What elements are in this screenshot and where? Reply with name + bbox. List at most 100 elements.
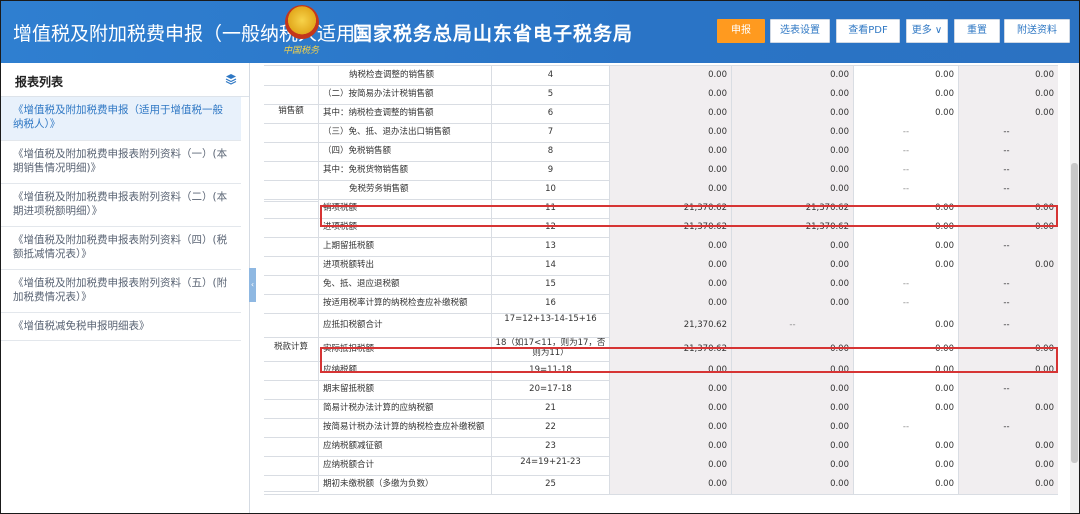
attach-button[interactable]: 附送资料 <box>1004 19 1070 43</box>
line-number: 4 <box>492 66 610 85</box>
value-cumulative-refund: -- <box>959 380 1058 399</box>
select-settings-button[interactable]: 选表设置 <box>770 19 830 43</box>
emblem-caption: 中国税务 <box>283 46 320 56</box>
value-current-refund[interactable]: -- <box>854 161 959 180</box>
value-current-refund[interactable]: -- <box>854 123 959 142</box>
value-cumulative-refund: -- <box>959 237 1058 256</box>
line-number: 22 <box>492 418 610 437</box>
row-label: （二）按简易办法计税销售额 <box>319 85 492 104</box>
return-grid: 纳税检查调整的销售额 4 0.00 0.00 0.00 （二）按简易办法计税销售额 5 0.0… <box>264 65 1058 495</box>
bureau-name: 国家税务总局山东省电子税务局 <box>353 23 634 45</box>
table-row: （四）免税销售额 8 0.00 0.00 -- <box>264 142 1058 162</box>
line-number: 8 <box>492 142 610 161</box>
value-cumulative-refund: 0.00 <box>959 399 1058 418</box>
scrollbar-thumb[interactable] <box>1071 163 1078 463</box>
line-number: 24=19+21-23 <box>492 456 610 475</box>
table-row: 免税劳务销售额 10 0.00 0.00 -- <box>264 180 1058 200</box>
line-number: 9 <box>492 161 610 180</box>
sidebar-item-attachment-5[interactable]: 《增值税及附加税费申报表附列资料（五）(附加税费情况表）》 <box>1 270 241 313</box>
value-current-refund[interactable]: 0.00 <box>854 104 959 123</box>
value-cumulative-refund: -- <box>959 275 1058 294</box>
value-cumulative-general: 0.00 <box>732 437 854 456</box>
table-row: 期初未缴税额（多缴为负数） 25 0.00 0.00 0.00 <box>264 475 1058 495</box>
value-current-refund[interactable]: 0.00 <box>854 66 959 85</box>
table-row: （三）免、抵、退办法出口销售额 7 0.00 0.00 -- <box>264 123 1058 143</box>
row-label: （三）免、抵、退办法出口销售额 <box>319 123 492 142</box>
sidebar-item-main-return[interactable]: 《增值税及附加税费申报（适用于增值税一般纳税人）》 <box>1 97 241 141</box>
row-label: 应纳税额合计 <box>319 456 492 475</box>
value-cumulative-general: 0.00 <box>732 104 854 123</box>
line-number: 17=12+13-14-15+16 <box>492 313 610 337</box>
table-row: 应抵扣税额合计 17=12+13-14-15+16 21,370.62 -- 0.00 <box>264 313 1058 338</box>
row-label: 免、抵、退应退税额 <box>319 275 492 294</box>
value-current-general: 0.00 <box>610 418 732 437</box>
sidebar-item-attachment-2[interactable]: 《增值税及附加税费申报表附列资料（二）(本期进项税额明细）》 <box>1 184 241 227</box>
value-current-general: 0.00 <box>610 275 732 294</box>
value-current-general: 0.00 <box>610 161 732 180</box>
row-label: （四）免税销售额 <box>319 142 492 161</box>
table-row: 应纳税额减征额 23 0.00 0.00 0.00 <box>264 437 1058 457</box>
table-row: 上期留抵税额 13 0.00 0.00 0.00 <box>264 237 1058 257</box>
line-number: 14 <box>492 256 610 275</box>
sidebar-item-attachment-1[interactable]: 《增值税及附加税费申报表附列资料（一）(本期销售情况明细)》 <box>1 141 241 184</box>
value-current-refund[interactable]: 0.00 <box>854 85 959 104</box>
table-row: 纳税检查调整的销售额 4 0.00 0.00 0.00 <box>264 66 1058 86</box>
view-pdf-button[interactable]: 查看PDF <box>836 19 900 43</box>
value-current-general: 0.00 <box>610 475 732 494</box>
value-cumulative-refund: -- <box>959 161 1058 180</box>
value-current-refund[interactable]: 0.00 <box>854 313 959 337</box>
value-current-refund[interactable]: -- <box>854 275 959 294</box>
value-current-general: 0.00 <box>610 85 732 104</box>
line-number: 21 <box>492 399 610 418</box>
value-current-refund[interactable]: 0.00 <box>854 256 959 275</box>
table-row: （二）按简易办法计税销售额 5 0.00 0.00 0.00 <box>264 85 1058 105</box>
value-current-refund[interactable]: -- <box>854 294 959 313</box>
row-label: 上期留抵税额 <box>319 237 492 256</box>
sidebar-header: 报表列表 <box>1 63 249 97</box>
app-header: 增值税及附加税费申报（一般纳税人适用） 中国税务 国家税务总局山东省电子税务局 … <box>1 1 1079 63</box>
line-number: 20=17-18 <box>492 380 610 399</box>
value-current-refund[interactable]: -- <box>854 418 959 437</box>
sidebar-item-attachment-4[interactable]: 《增值税及附加税费申报表附列资料（四）(税额抵减情况表）》 <box>1 227 241 270</box>
value-cumulative-general: 0.00 <box>732 456 854 475</box>
value-cumulative-refund: 0.00 <box>959 104 1058 123</box>
value-cumulative-general: 0.00 <box>732 294 854 313</box>
value-current-refund[interactable]: 0.00 <box>854 437 959 456</box>
more-button[interactable]: 更多 ∨ <box>906 19 948 43</box>
line-number: 10 <box>492 180 610 199</box>
value-current-refund[interactable]: -- <box>854 142 959 161</box>
row-label: 期末留抵税额 <box>319 380 492 399</box>
value-cumulative-general: 0.00 <box>732 399 854 418</box>
line-number: 5 <box>492 85 610 104</box>
line-number: 23 <box>492 437 610 456</box>
row-label: 其中：免税货物销售额 <box>319 161 492 180</box>
sidebar-item-exemption-detail[interactable]: 《增值税减免税申报明细表》 <box>1 313 241 341</box>
value-current-refund[interactable]: 0.00 <box>854 380 959 399</box>
line-number: 13 <box>492 237 610 256</box>
value-cumulative-refund: -- <box>959 313 1058 337</box>
row-label: 期初未缴税额（多缴为负数） <box>319 475 492 494</box>
more-label: 更多 <box>911 25 932 36</box>
table-row: 期末留抵税额 20=17-18 0.00 0.00 0.00 <box>264 380 1058 400</box>
value-cumulative-general: 0.00 <box>732 475 854 494</box>
value-current-refund[interactable]: 0.00 <box>854 399 959 418</box>
sidebar-collapse-handle[interactable]: ‹ <box>249 268 256 302</box>
value-current-refund[interactable]: 0.00 <box>854 475 959 494</box>
value-cumulative-refund: 0.00 <box>959 475 1058 494</box>
table-row: 应纳税额合计 24=19+21-23 0.00 0.00 0.00 <box>264 456 1058 476</box>
line-number: 25 <box>492 475 610 494</box>
table-row: 免、抵、退应退税额 15 0.00 0.00 -- <box>264 275 1058 295</box>
row-label: 按简易计税办法计算的纳税检查应补缴税额 <box>319 418 492 437</box>
declare-button[interactable]: 申报 <box>717 19 765 43</box>
value-cumulative-refund: 0.00 <box>959 437 1058 456</box>
table-scrollbar[interactable] <box>1070 63 1079 513</box>
layers-icon[interactable] <box>225 73 237 85</box>
tax-emblem-icon <box>285 5 319 39</box>
value-current-refund[interactable]: 0.00 <box>854 456 959 475</box>
value-current-general: 0.00 <box>610 123 732 142</box>
value-current-refund[interactable]: 0.00 <box>854 237 959 256</box>
value-current-refund[interactable]: -- <box>854 180 959 199</box>
reset-button[interactable]: 重置 <box>954 19 1000 43</box>
sidebar-title: 报表列表 <box>15 75 64 89</box>
row-label: 应纳税额减征额 <box>319 437 492 456</box>
